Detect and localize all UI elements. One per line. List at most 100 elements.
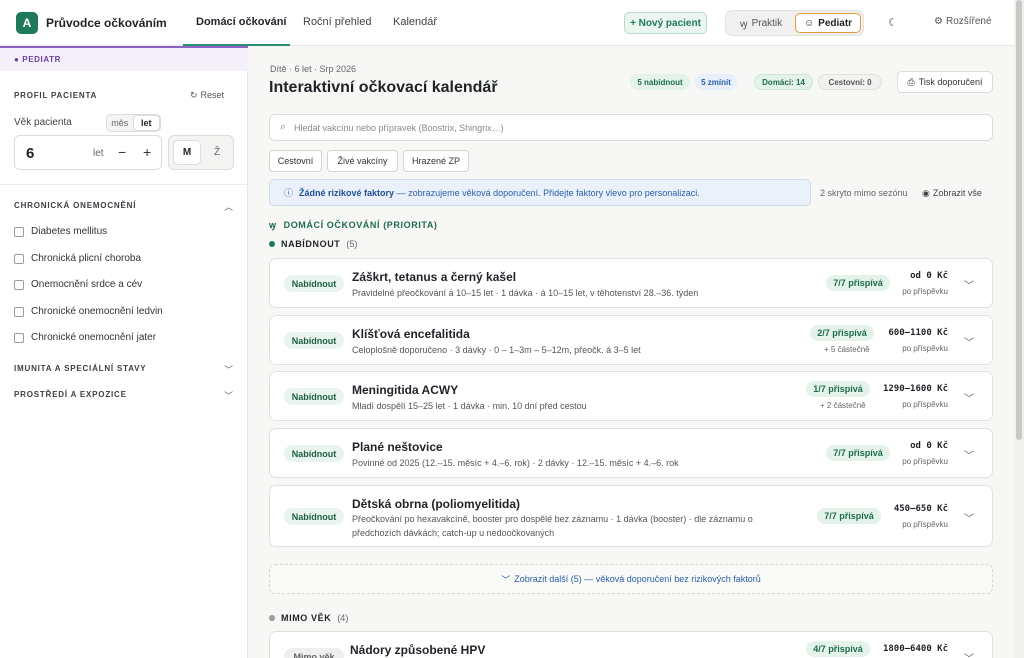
mode-praktik-button[interactable]: ꝡ Praktik — [730, 13, 792, 33]
stat-travel-badge[interactable]: Cestovní: 0 — [818, 74, 882, 90]
checkbox-kidney-disease[interactable] — [14, 306, 24, 317]
tab-kalendar[interactable]: Kalendář — [393, 16, 437, 28]
new-patient-button[interactable]: + Nový pacient — [624, 12, 707, 34]
vaccine-card[interactable]: Nabídnout Dětská obrna (poliomyelitida) … — [269, 485, 993, 547]
chevron-down-icon[interactable]: ﹀ — [964, 277, 974, 292]
vaccine-card[interactable]: Nabídnout Meningitida ACWY Mladí dospělí… — [269, 371, 993, 421]
mode-pediatr-button[interactable]: ☺ Pediatr — [795, 13, 861, 33]
age-unit-label: let — [93, 148, 104, 159]
checkbox-liver-disease[interactable] — [14, 332, 24, 343]
page-title: Interaktivní očkovací kalendář — [269, 79, 498, 96]
sidebar-divider — [0, 184, 248, 185]
stat-home-badge[interactable]: Domácí: 14 — [754, 74, 813, 90]
group-age-label: MIMO VĚK — [281, 613, 332, 623]
checkbox-diabetes[interactable] — [14, 226, 24, 237]
partial-coverage: + 2 částečně — [820, 401, 866, 410]
tab-rocni-prehled[interactable]: Roční přehled — [303, 16, 372, 28]
condition-item[interactable]: Chronická plicní choroba — [14, 253, 141, 264]
show-all-button[interactable]: ◉ Zobrazit vše — [922, 188, 982, 199]
app-title: Průvodce očkováním — [46, 16, 167, 30]
new-patient-label: + Nový pacient — [630, 17, 701, 29]
print-button[interactable]: ⎙ Tisk doporučení — [897, 71, 993, 93]
condition-label: Chronická plicní choroba — [31, 253, 142, 264]
coverage-badge: 2/7 přispívá — [810, 325, 874, 341]
vaccine-name: Záškrt, tetanus a černý kašel — [352, 270, 517, 284]
chevron-down-icon[interactable]: ﹀ — [964, 334, 974, 349]
condition-item[interactable]: Chronické onemocnění ledvin — [14, 306, 163, 317]
age-increment-button[interactable]: + — [143, 144, 151, 160]
price: 600–1100 Kč — [888, 328, 948, 338]
status-badge: Nabídnout — [284, 445, 344, 462]
chevron-down-icon[interactable]: ﹀ — [964, 510, 974, 525]
settings-icon: ⚙ — [934, 16, 943, 27]
chevron-down-icon[interactable]: ﹀ — [964, 650, 974, 658]
search-box: ⌕ — [269, 114, 993, 141]
filter-cestovni[interactable]: Cestovní — [269, 150, 322, 172]
vaccine-card[interactable]: Nabídnout Záškrt, tetanus a černý kašel … — [269, 258, 993, 308]
sex-female-button[interactable]: Ž — [203, 140, 231, 165]
vaccine-card[interactable]: Mimo věk Nádory způsobené HPV 4/7 přispí… — [269, 631, 993, 658]
group-age-count: (4) — [337, 613, 349, 623]
chevron-down-icon[interactable]: ﹀ — [224, 389, 233, 402]
filter-hrazene-zp[interactable]: Hrazené ZP — [403, 150, 469, 172]
condition-item[interactable]: Diabetes mellitus — [14, 226, 107, 237]
chevron-down-icon: ﹀ — [501, 574, 511, 585]
age-unit-toggle: měs let — [106, 114, 161, 132]
scrollbar-thumb[interactable] — [1016, 0, 1022, 440]
reset-button[interactable]: ↻ Reset — [190, 90, 224, 101]
chevron-down-icon[interactable]: ﹀ — [964, 447, 974, 462]
scrollbar[interactable] — [1014, 0, 1024, 658]
group-age-header: MIMO VĚK (4) — [269, 613, 348, 623]
search-input[interactable] — [294, 119, 984, 137]
checkbox-lung-disease[interactable] — [14, 253, 24, 264]
filter-zive-vakciny[interactable]: Živé vakcíny — [327, 150, 398, 172]
vaccine-description: Celoplošně doporučeno · 3 dávky · 0 – 1–… — [352, 345, 641, 355]
vaccine-card[interactable]: Nabídnout Plané neštovice Povinné od 202… — [269, 428, 993, 478]
chevron-down-icon[interactable]: ﹀ — [224, 363, 233, 376]
unit-month-button[interactable]: měs — [107, 115, 133, 131]
vaccine-name: Meningitida ACWY — [352, 383, 459, 397]
vaccine-name: Plané neštovice — [352, 440, 443, 454]
environment-section-label[interactable]: PROSTŘEDÍ A EXPOZICE — [14, 390, 127, 399]
group-dot — [269, 615, 275, 621]
sex-male-button[interactable]: M — [173, 140, 201, 165]
advanced-button[interactable]: ⚙ Rozšířené — [934, 16, 992, 27]
show-more-button[interactable]: ﹀ Zobrazit další (5) — věková doporučení… — [269, 564, 993, 594]
sidebar: ● PEDIATR PROFIL PACIENTA ↻ Reset Věk pa… — [0, 46, 248, 658]
immunity-section-label[interactable]: IMUNITA A SPECIÁLNÍ STAVY — [14, 364, 146, 373]
coverage-badge: 1/7 přispívá — [806, 381, 870, 397]
condition-label: Onemocnění srdce a cév — [31, 279, 143, 290]
condition-label: Diabetes mellitus — [31, 226, 108, 237]
group-dot — [269, 241, 275, 247]
vaccine-name: Nádory způsobené HPV — [350, 643, 486, 657]
sex-toggle: M Ž — [168, 135, 234, 170]
vaccine-card[interactable]: Nabídnout Klíšťová encefalitida Celoploš… — [269, 315, 993, 365]
stethoscope-icon: ꝡ — [269, 220, 277, 230]
price-note: po příspěvku — [902, 457, 948, 466]
unit-year-button[interactable]: let — [132, 115, 160, 131]
stat-offer-badge: 5 nabídnout — [630, 74, 690, 90]
info-text: Žádné rizikové faktory — zobrazujeme věk… — [299, 188, 700, 198]
condition-item[interactable]: Onemocnění srdce a cév — [14, 279, 142, 290]
chevron-up-icon[interactable]: ︿ — [224, 200, 233, 213]
condition-item[interactable]: Chronické onemocnění jater — [14, 332, 156, 343]
print-label: Tisk doporučení — [918, 77, 983, 87]
price: 450–650 Kč — [893, 504, 948, 514]
mode-switch: ꝡ Praktik ☺ Pediatr — [725, 10, 864, 36]
chronic-section-label[interactable]: CHRONICKÁ ONEMOCNĚNÍ — [14, 201, 136, 210]
chevron-down-icon[interactable]: ﹀ — [964, 390, 974, 405]
group-offer-count: (5) — [346, 239, 358, 249]
checkbox-heart-disease[interactable] — [14, 279, 24, 290]
tab-domaci-ockovani[interactable]: Domácí očkování — [196, 16, 286, 28]
price-note: po příspěvku — [902, 400, 948, 409]
dark-mode-icon[interactable]: ☾ — [888, 16, 898, 29]
condition-label: Chronické onemocnění jater — [31, 332, 157, 343]
price-note: po příspěvku — [902, 520, 948, 529]
advanced-label: Rozšířené — [945, 16, 992, 27]
vaccine-description: Mladí dospělí 15–25 let · 1 dávka · min.… — [352, 401, 587, 411]
age-decrement-button[interactable]: − — [118, 144, 126, 160]
age-input[interactable]: 6 — [26, 145, 34, 162]
vaccine-name: Dětská obrna (poliomyelitida) — [352, 497, 521, 511]
child-icon: ☺ — [803, 17, 815, 29]
status-badge: Nabídnout — [284, 508, 344, 525]
